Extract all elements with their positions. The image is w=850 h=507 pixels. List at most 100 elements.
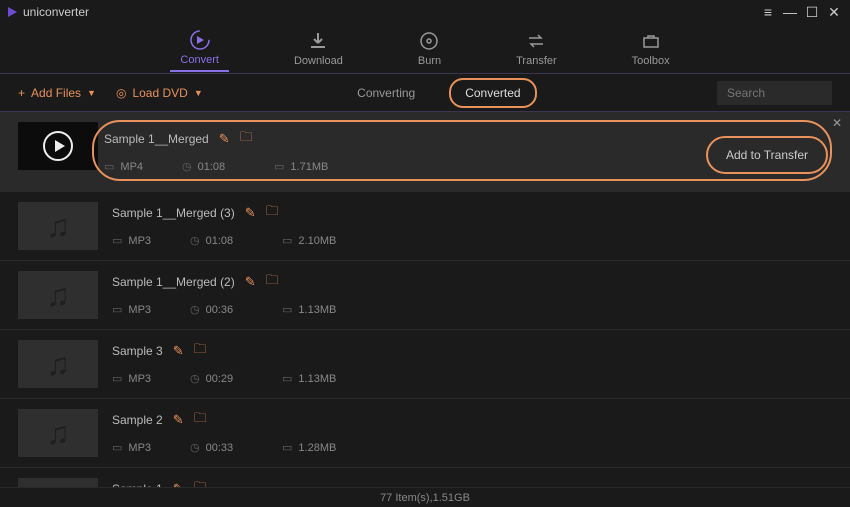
maximize-button[interactable]: ☐ [804, 4, 820, 21]
close-icon[interactable]: ✕ [832, 116, 842, 130]
nav-convert[interactable]: Convert [170, 25, 229, 72]
item-size: 1.13MB [298, 304, 336, 316]
load-dvd-button[interactable]: ◎ Load DVD ▼ [116, 86, 203, 100]
clock-icon: ◷ [190, 303, 200, 316]
titlebar: uniconverter ≡ — ☐ ✕ [0, 0, 850, 24]
item-title: Sample 1__Merged (3) [112, 206, 235, 220]
add-to-transfer-button[interactable]: Add to Transfer [706, 136, 828, 174]
file-icon: ▭ [282, 372, 292, 385]
format-icon: ▭ [112, 303, 122, 316]
convert-icon [189, 29, 211, 51]
thumbnail[interactable] [18, 122, 98, 170]
nav-burn[interactable]: Burn [408, 26, 451, 71]
window-controls: ≡ — ☐ ✕ [760, 4, 842, 21]
close-button[interactable]: ✕ [826, 4, 842, 21]
edit-icon[interactable]: ✎ [173, 481, 184, 487]
logo-icon [8, 7, 17, 17]
download-icon [307, 30, 329, 52]
tab-converted[interactable]: Converted [449, 78, 536, 108]
burn-icon [418, 30, 440, 52]
list-item[interactable]: ♫ Sample 1__Merged (2) ✎ 🗀 ▭MP3 ◷00:36 ▭… [0, 261, 850, 330]
add-files-button[interactable]: + Add Files ▼ [18, 86, 96, 100]
item-size: 1.28MB [298, 442, 336, 454]
item-duration: 00:33 [206, 442, 234, 454]
item-format: MP3 [128, 235, 151, 247]
file-icon: ▭ [282, 303, 292, 316]
file-list: ✕ Sample 1__Merged ✎ 🗀 ▭MP4 ◷01:08 ▭1.71… [0, 112, 850, 487]
list-item[interactable]: ♫ Sample 1 ✎ 🗀 ▭MP3 ◷00:04 ▭140.48KB [0, 468, 850, 487]
thumbnail[interactable]: ♫ [18, 478, 98, 487]
nav-convert-label: Convert [180, 54, 219, 66]
item-duration: 01:08 [206, 235, 234, 247]
format-icon: ▭ [112, 441, 122, 454]
edit-icon[interactable]: ✎ [173, 412, 184, 428]
thumbnail[interactable]: ♫ [18, 409, 98, 457]
edit-icon[interactable]: ✎ [219, 131, 230, 147]
nav-toolbox[interactable]: Toolbox [622, 26, 680, 71]
minimize-button[interactable]: — [782, 4, 798, 21]
top-nav: Convert Download Burn Transfer Toolbox [0, 24, 850, 74]
file-icon: ▭ [282, 234, 292, 247]
item-title: Sample 2 [112, 413, 163, 427]
item-title: Sample 1__Merged [104, 132, 209, 146]
app-name: uniconverter [23, 5, 89, 19]
list-item[interactable]: ♫ Sample 1__Merged (3) ✎ 🗀 ▭ MP3 ◷ 01:08 ▭… [0, 192, 850, 261]
item-title: Sample 3 [112, 344, 163, 358]
item-size: 1.71MB [290, 161, 328, 173]
thumbnail[interactable]: ♫ [18, 202, 98, 250]
folder-icon[interactable]: 🗀 [194, 409, 207, 431]
item-format: MP3 [128, 304, 151, 316]
thumbnail[interactable]: ♫ [18, 340, 98, 388]
edit-icon[interactable]: ✎ [173, 343, 184, 359]
list-item[interactable]: ♫ Sample 3 ✎ 🗀 ▭MP3 ◷00:29 ▭1.13MB [0, 330, 850, 399]
edit-icon[interactable]: ✎ [245, 205, 256, 221]
format-icon: ▭ [112, 372, 122, 385]
item-size: 1.13MB [298, 373, 336, 385]
search-input[interactable] [717, 81, 832, 105]
folder-icon[interactable]: 🗀 [266, 202, 279, 224]
load-dvd-label: Load DVD [132, 86, 187, 100]
file-icon: ▭ [274, 160, 284, 173]
file-icon: ▭ [282, 441, 292, 454]
chevron-down-icon: ▼ [87, 88, 96, 98]
clock-icon: ◷ [190, 441, 200, 454]
item-size: 2.10MB [298, 235, 336, 247]
nav-transfer[interactable]: Transfer [506, 26, 567, 71]
clock-icon: ◷ [190, 372, 200, 385]
item-title: Sample 1__Merged (2) [112, 275, 235, 289]
toolbox-icon [640, 30, 662, 52]
music-note-icon: ♫ [46, 277, 70, 314]
nav-download[interactable]: Download [284, 26, 353, 71]
list-item[interactable]: ✕ Sample 1__Merged ✎ 🗀 ▭MP4 ◷01:08 ▭1.71… [0, 112, 850, 192]
clock-icon: ◷ [182, 160, 192, 173]
disc-icon: ◎ [116, 86, 126, 100]
status-summary: 77 Item(s),1.51GB [380, 492, 470, 504]
music-note-icon: ♫ [46, 484, 70, 488]
folder-icon[interactable]: 🗀 [240, 128, 253, 150]
tab-converting[interactable]: Converting [343, 80, 429, 106]
folder-icon[interactable]: 🗀 [194, 478, 207, 487]
list-item[interactable]: ♫ Sample 2 ✎ 🗀 ▭MP3 ◷00:33 ▭1.28MB [0, 399, 850, 468]
music-note-icon: ♫ [46, 208, 70, 245]
folder-icon[interactable]: 🗀 [266, 271, 279, 293]
sub-toolbar: + Add Files ▼ ◎ Load DVD ▼ Converting Co… [0, 74, 850, 112]
item-title: Sample 1 [112, 482, 163, 487]
app-logo: uniconverter [8, 5, 89, 19]
edit-icon[interactable]: ✎ [245, 274, 256, 290]
music-note-icon: ♫ [46, 346, 70, 383]
nav-burn-label: Burn [418, 55, 441, 67]
status-bar: 77 Item(s),1.51GB [0, 487, 850, 507]
music-note-icon: ♫ [46, 415, 70, 452]
thumbnail[interactable]: ♫ [18, 271, 98, 319]
folder-icon[interactable]: 🗀 [194, 340, 207, 362]
nav-toolbox-label: Toolbox [632, 55, 670, 67]
add-files-label: Add Files [31, 86, 81, 100]
clock-icon: ◷ [190, 234, 200, 247]
plus-icon: + [18, 86, 25, 100]
format-icon: ▭ [112, 234, 122, 247]
nav-download-label: Download [294, 55, 343, 67]
format-icon: ▭ [104, 160, 114, 173]
item-duration: 01:08 [198, 161, 226, 173]
menu-icon[interactable]: ≡ [760, 4, 776, 21]
chevron-down-icon: ▼ [194, 88, 203, 98]
